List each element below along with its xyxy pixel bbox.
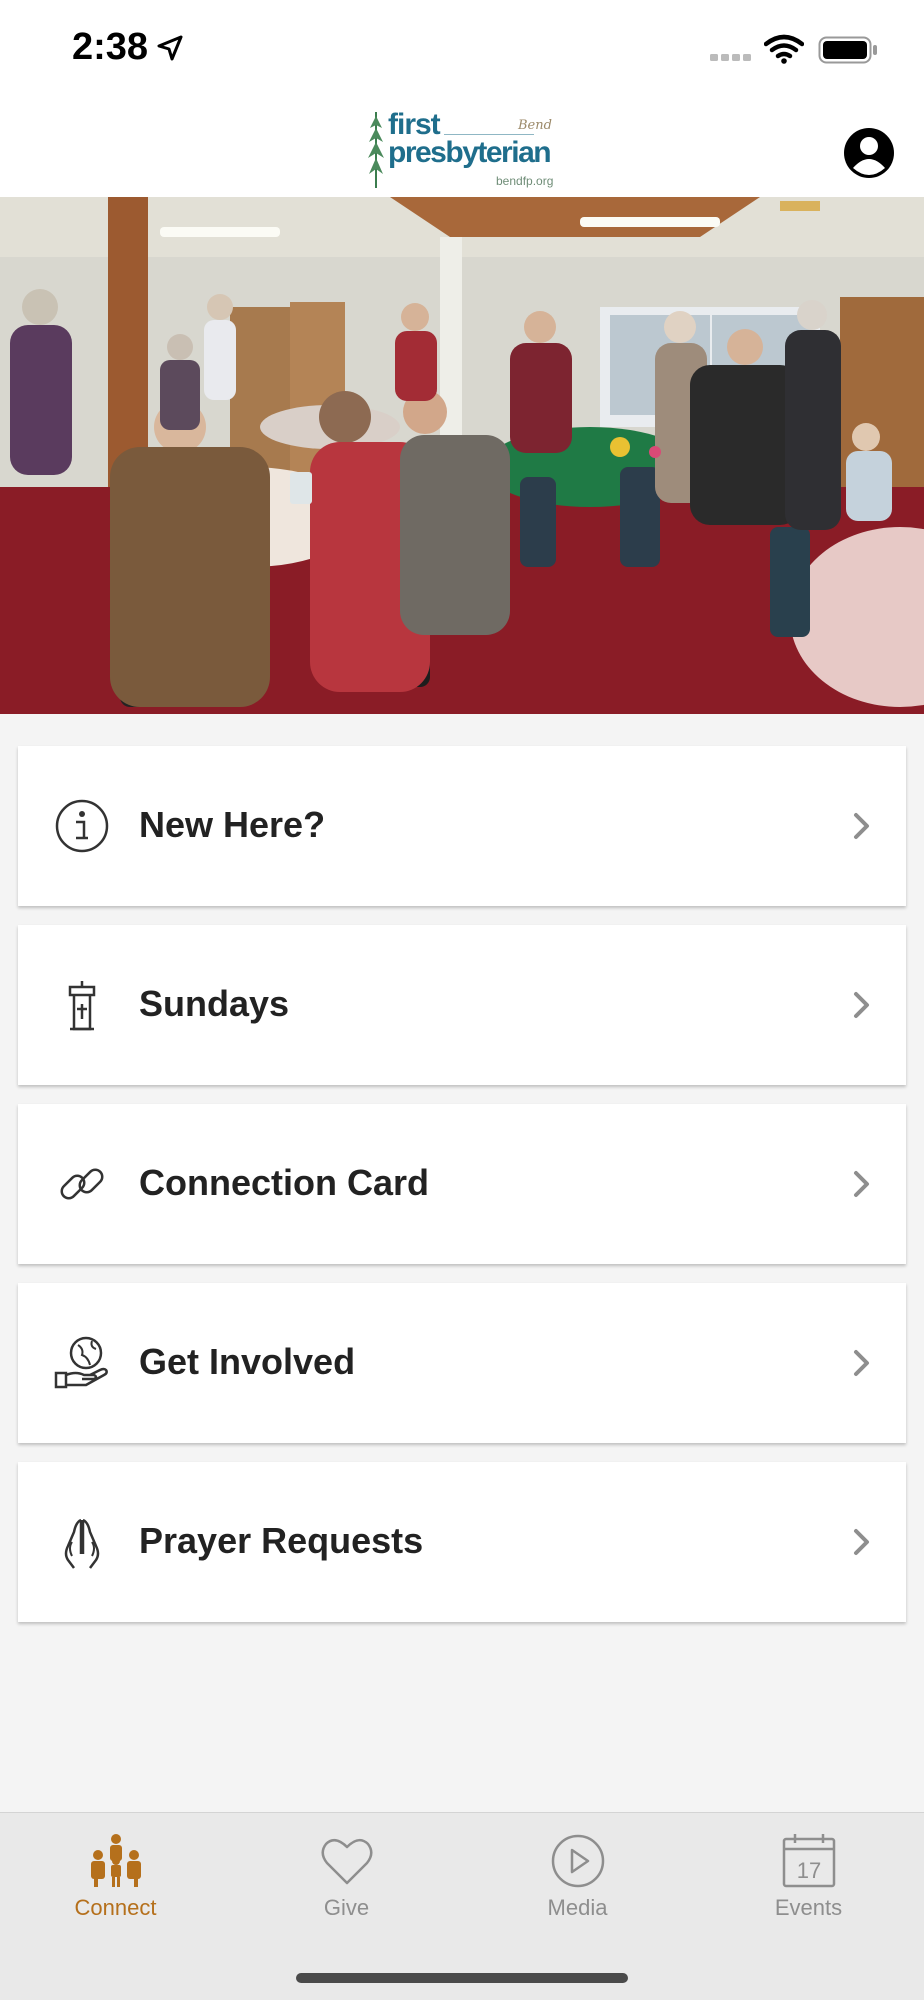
home-indicator bbox=[296, 1973, 628, 1983]
tree-logo-icon bbox=[368, 112, 384, 188]
signal-icon bbox=[710, 54, 751, 61]
people-icon bbox=[91, 1834, 141, 1887]
calendar-day-number: 17 bbox=[797, 1858, 821, 1883]
tab-label: Give bbox=[323, 1895, 370, 1920]
menu-label: New Here? bbox=[139, 804, 326, 845]
app-header: first Bend presbyterian bendfp.org bbox=[0, 100, 924, 197]
play-circle-icon bbox=[551, 1834, 605, 1888]
menu-item-get-involved[interactable]: Get Involved bbox=[18, 1283, 906, 1443]
globe-hand-icon bbox=[54, 1336, 108, 1389]
menu-label: Connection Card bbox=[139, 1162, 430, 1203]
chevron-right-icon bbox=[854, 992, 869, 1018]
wifi-icon bbox=[764, 34, 804, 64]
logo-rule bbox=[444, 134, 534, 135]
tab-bar: Connect Give Media 17 Events bbox=[0, 1812, 924, 2000]
status-time: 2:38 bbox=[72, 26, 149, 68]
info-circle-icon bbox=[55, 799, 109, 853]
menu-list: New Here? Sundays Connection Card Get In… bbox=[18, 746, 906, 1641]
tab-label: Media bbox=[547, 1895, 608, 1920]
chevron-right-icon bbox=[854, 1350, 869, 1376]
calendar-icon: 17 bbox=[782, 1834, 836, 1888]
menu-item-connection-card[interactable]: Connection Card bbox=[18, 1104, 906, 1264]
tab-events[interactable]: 17 Events bbox=[693, 1813, 924, 1933]
praying-hands-icon bbox=[64, 1518, 100, 1569]
church-logo: first Bend presbyterian bendfp.org bbox=[368, 108, 568, 188]
tab-connect[interactable]: Connect bbox=[0, 1813, 231, 1933]
battery-icon bbox=[818, 36, 877, 64]
chevron-right-icon bbox=[854, 1529, 869, 1555]
heart-icon bbox=[321, 1838, 373, 1885]
tab-label: Connect bbox=[74, 1895, 157, 1920]
logo-bend: Bend bbox=[518, 118, 552, 133]
status-bar: 2:38 bbox=[0, 0, 924, 100]
chevron-right-icon bbox=[854, 1171, 869, 1197]
menu-item-new-here[interactable]: New Here? bbox=[18, 746, 906, 906]
link-icon bbox=[60, 1168, 104, 1200]
menu-label: Get Involved bbox=[139, 1341, 356, 1382]
logo-presbyterian: presbyterian bbox=[388, 136, 552, 169]
pulpit-icon bbox=[68, 981, 96, 1031]
menu-item-prayer-requests[interactable]: Prayer Requests bbox=[18, 1462, 906, 1622]
hero-image bbox=[0, 197, 924, 714]
person-circle-icon[interactable] bbox=[842, 126, 896, 180]
menu-label: Sundays bbox=[139, 983, 290, 1024]
fellowship-hall-photo bbox=[0, 197, 924, 714]
tab-give[interactable]: Give bbox=[231, 1813, 462, 1933]
tab-media[interactable]: Media bbox=[462, 1813, 693, 1933]
location-arrow-icon bbox=[157, 35, 183, 61]
menu-label: Prayer Requests bbox=[139, 1520, 424, 1561]
menu-item-sundays[interactable]: Sundays bbox=[18, 925, 906, 1085]
tab-label: Events bbox=[774, 1895, 843, 1920]
chevron-right-icon bbox=[854, 813, 869, 839]
logo-url: bendfp.org bbox=[496, 174, 554, 188]
